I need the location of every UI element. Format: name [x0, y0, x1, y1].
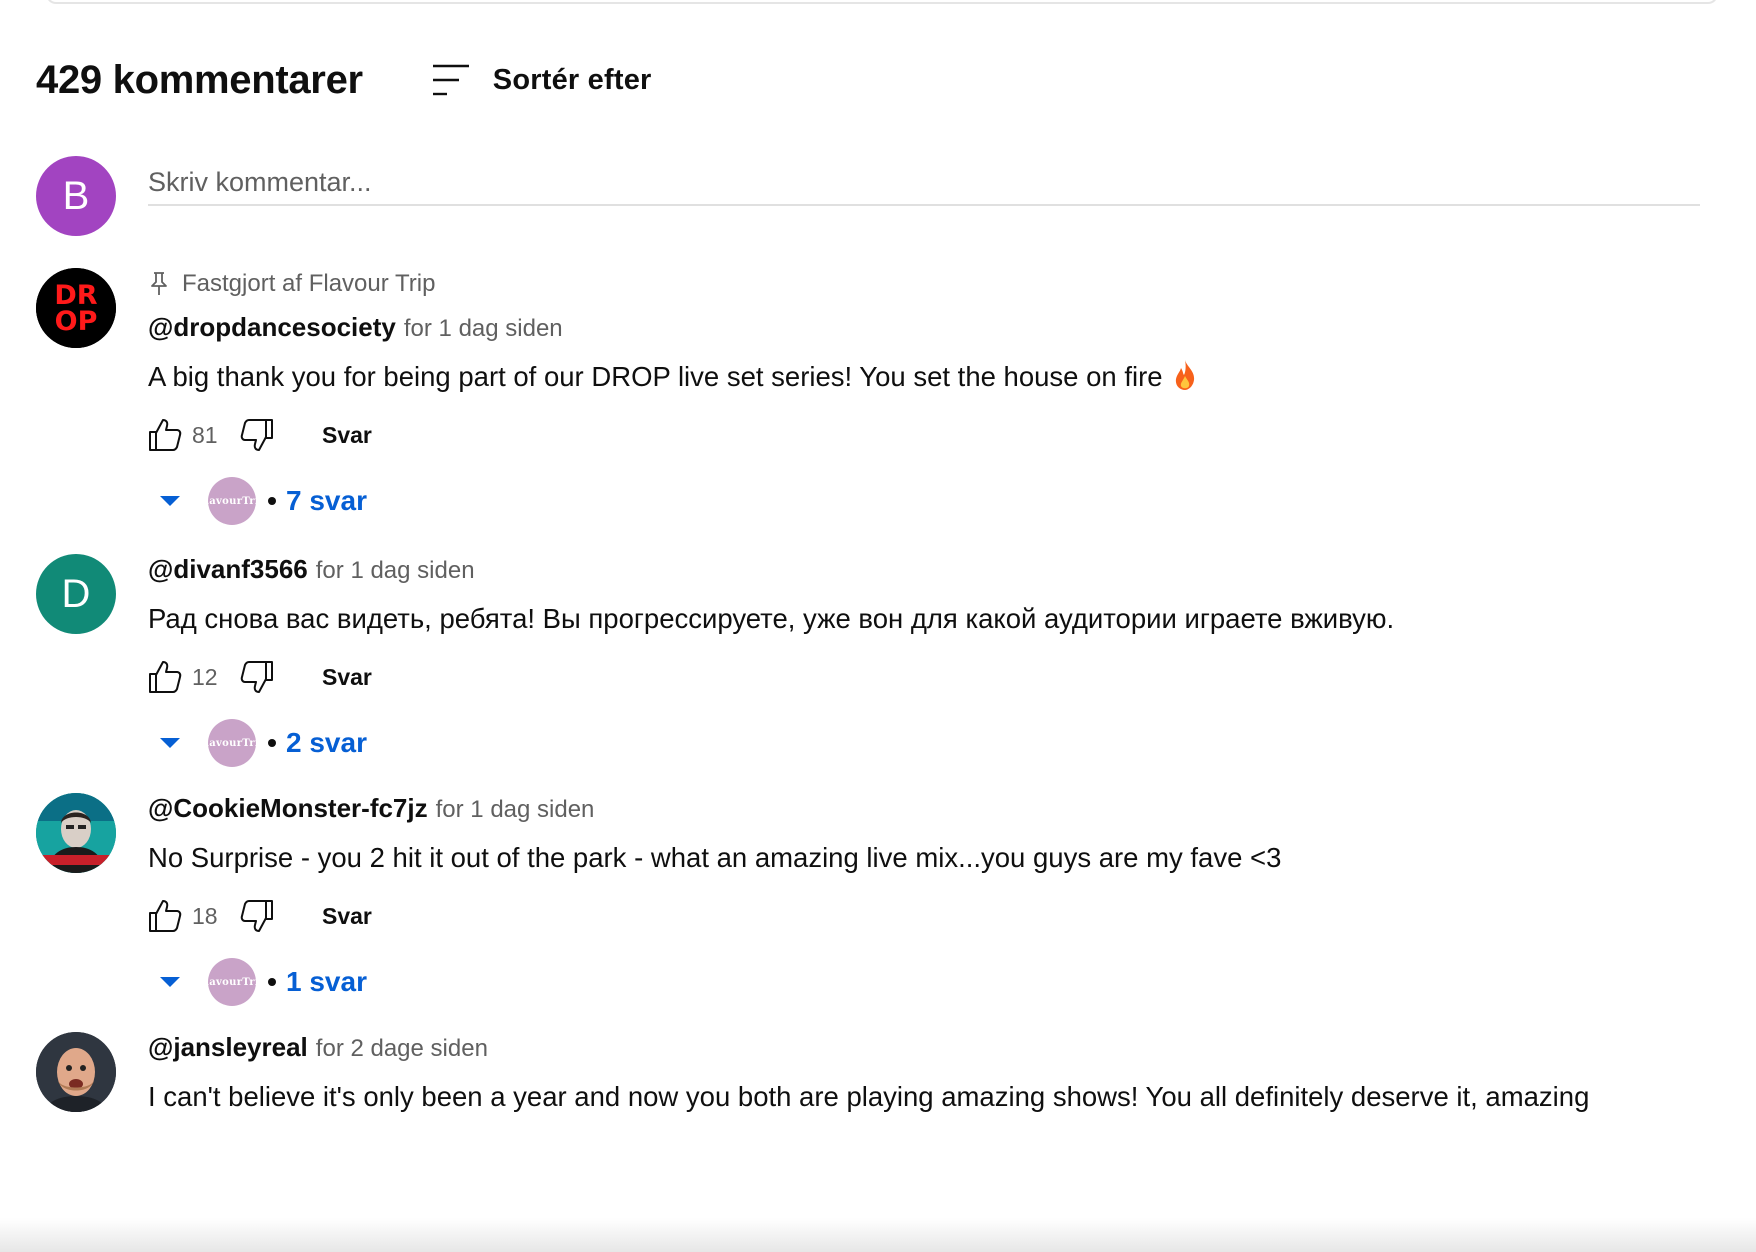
author-avatar[interactable] — [36, 793, 116, 873]
comment-author[interactable]: @jansleyreal — [148, 1032, 308, 1063]
like-button[interactable] — [142, 893, 188, 939]
comment-text: Рад снова вас видеть, ребята! Вы прогрес… — [148, 603, 1395, 634]
view-replies-button[interactable]: Flavour Trip 1 svar — [158, 957, 1756, 1007]
drop-logo-avatar: DR OP — [36, 268, 116, 348]
like-count: 18 — [192, 902, 218, 929]
comment-text: No Surprise - you 2 hit it out of the pa… — [148, 842, 1282, 873]
pinned-label: Fastgjort af Flavour Trip — [182, 270, 436, 297]
reply-avatar-line-2: Trip — [242, 976, 267, 988]
top-divider — [46, 0, 1718, 4]
bottom-shadow — [0, 1218, 1756, 1252]
reply-avatar-line-1: Flavour — [197, 976, 243, 988]
reply-button[interactable]: Svar — [322, 422, 372, 449]
portrait-avatar — [36, 1032, 116, 1112]
caret-down-icon — [160, 977, 180, 987]
thumbs-up-icon — [149, 900, 182, 932]
thumbs-down-icon — [240, 900, 273, 932]
separator-dot — [268, 739, 276, 747]
comment-time[interactable]: for 1 dag siden — [436, 796, 595, 824]
comment-time[interactable]: for 2 dage siden — [316, 1035, 488, 1063]
pinned-badge: Fastgjort af Flavour Trip — [148, 268, 1756, 300]
comment-input[interactable] — [148, 160, 1700, 206]
reply-avatar-line-2: Trip — [242, 737, 267, 749]
comments-section: 429 kommentarer Sortér efter B DR OP — [0, 0, 1756, 1252]
thumbs-up-icon — [149, 661, 182, 693]
comment-author[interactable]: @dropdancesociety — [148, 312, 396, 343]
separator-dot — [268, 497, 276, 505]
comments-header: 429 kommentarer Sortér efter — [36, 56, 652, 104]
dislike-button[interactable] — [234, 654, 280, 700]
creator-reply-avatar: Flavour Trip — [198, 958, 266, 1006]
sort-button[interactable]: Sortér efter — [431, 63, 652, 97]
comment-text: A big thank you for being part of our DR… — [148, 361, 1163, 392]
reply-avatar-line-1: Flavour — [197, 737, 243, 749]
comment-text: I can't believe it's only been a year an… — [148, 1081, 1590, 1112]
comment-actions: 81 Svar — [142, 412, 1756, 458]
comment-author[interactable]: @divanf3566 — [148, 554, 308, 585]
comment-actions: 18 Svar — [142, 893, 1756, 939]
avatar-text-line-2: OP — [55, 306, 98, 337]
comment-composer: B — [36, 156, 1700, 238]
like-count: 12 — [192, 663, 218, 690]
dislike-button[interactable] — [234, 412, 280, 458]
comment-text-row: A big thank you for being part of our DR… — [148, 356, 1756, 398]
creator-reply-avatar: Flavour Trip — [198, 477, 266, 525]
reply-button[interactable]: Svar — [322, 903, 372, 930]
reply-avatar-line-2: Trip — [242, 495, 267, 507]
author-avatar[interactable]: D — [36, 554, 116, 634]
thumbs-up-icon — [149, 419, 182, 451]
reply-count: 1 svar — [286, 966, 367, 997]
comment-time[interactable]: for 1 dag siden — [404, 315, 563, 343]
comment-author[interactable]: @CookieMonster-fc7jz — [148, 793, 428, 824]
reply-button[interactable]: Svar — [322, 664, 372, 691]
like-button[interactable] — [142, 412, 188, 458]
creator-reply-avatar: Flavour Trip — [198, 719, 266, 767]
thumbs-down-icon — [240, 419, 273, 451]
caret-down-icon — [160, 738, 180, 748]
reply-count: 7 svar — [286, 485, 367, 516]
caret-down-icon — [160, 496, 180, 506]
author-avatar[interactable]: DR OP — [36, 268, 116, 348]
dislike-button[interactable] — [234, 893, 280, 939]
user-avatar[interactable]: B — [36, 156, 116, 236]
sort-icon — [432, 64, 469, 96]
comment-actions: 12 Svar — [142, 654, 1756, 700]
pin-icon — [151, 272, 167, 295]
comment-count: 429 kommentarer — [36, 57, 363, 102]
sort-label: Sortér efter — [492, 63, 652, 96]
view-replies-button[interactable]: Flavour Trip 7 svar — [158, 476, 1756, 526]
thumbs-down-icon — [240, 661, 273, 693]
view-replies-button[interactable]: Flavour Trip 2 svar — [158, 718, 1756, 768]
comment-time[interactable]: for 1 dag siden — [316, 557, 475, 585]
reply-avatar-line-1: Flavour — [197, 495, 243, 507]
separator-dot — [268, 978, 276, 986]
fire-emoji-icon — [1175, 360, 1194, 390]
portrait-avatar — [36, 793, 116, 873]
reply-count: 2 svar — [286, 727, 367, 758]
like-count: 81 — [192, 421, 218, 448]
like-button[interactable] — [142, 654, 188, 700]
author-avatar[interactable] — [36, 1032, 116, 1112]
